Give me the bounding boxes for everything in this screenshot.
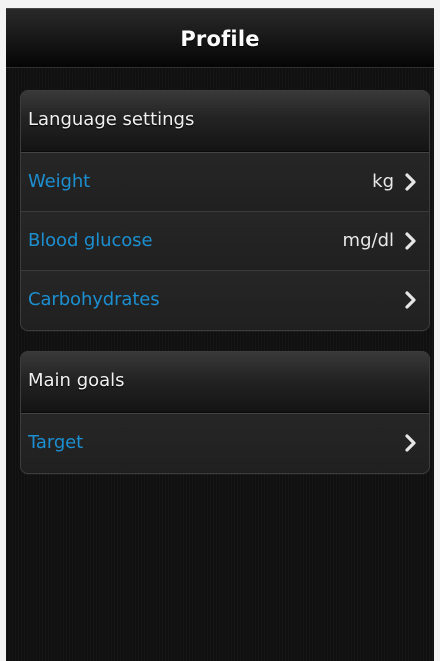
blood-glucose-label: Blood glucose bbox=[28, 230, 153, 251]
blood-glucose-unit-value: mg/dl bbox=[342, 230, 394, 251]
blood-glucose-setting-row[interactable]: Blood glucose mg/dl bbox=[21, 211, 429, 270]
main-goals-group: Main goals Target bbox=[20, 351, 430, 474]
carbohydrates-label: Carbohydrates bbox=[28, 289, 160, 310]
page-title: Profile bbox=[180, 27, 260, 51]
chevron-right-icon bbox=[405, 232, 416, 250]
target-setting-row[interactable]: Target bbox=[21, 413, 429, 472]
section-title-language-settings: Language settings bbox=[28, 109, 195, 130]
section-title-main-goals: Main goals bbox=[28, 370, 125, 391]
weight-unit-value: kg bbox=[372, 171, 394, 192]
app-screen: Profile Language settings Weight kg Bloo… bbox=[6, 8, 434, 661]
weight-label: Weight bbox=[28, 171, 91, 192]
section-header-main-goals: Main goals bbox=[21, 352, 429, 413]
language-settings-group: Language settings Weight kg Blood glucos… bbox=[20, 90, 430, 331]
chevron-right-icon bbox=[405, 291, 416, 309]
section-header-language-settings: Language settings bbox=[21, 91, 429, 152]
chevron-right-icon bbox=[405, 173, 416, 191]
carbohydrates-setting-row[interactable]: Carbohydrates bbox=[21, 270, 429, 329]
target-label: Target bbox=[28, 432, 84, 453]
weight-setting-row[interactable]: Weight kg bbox=[21, 152, 429, 211]
title-bar: Profile bbox=[6, 8, 434, 68]
chevron-right-icon bbox=[405, 434, 416, 452]
